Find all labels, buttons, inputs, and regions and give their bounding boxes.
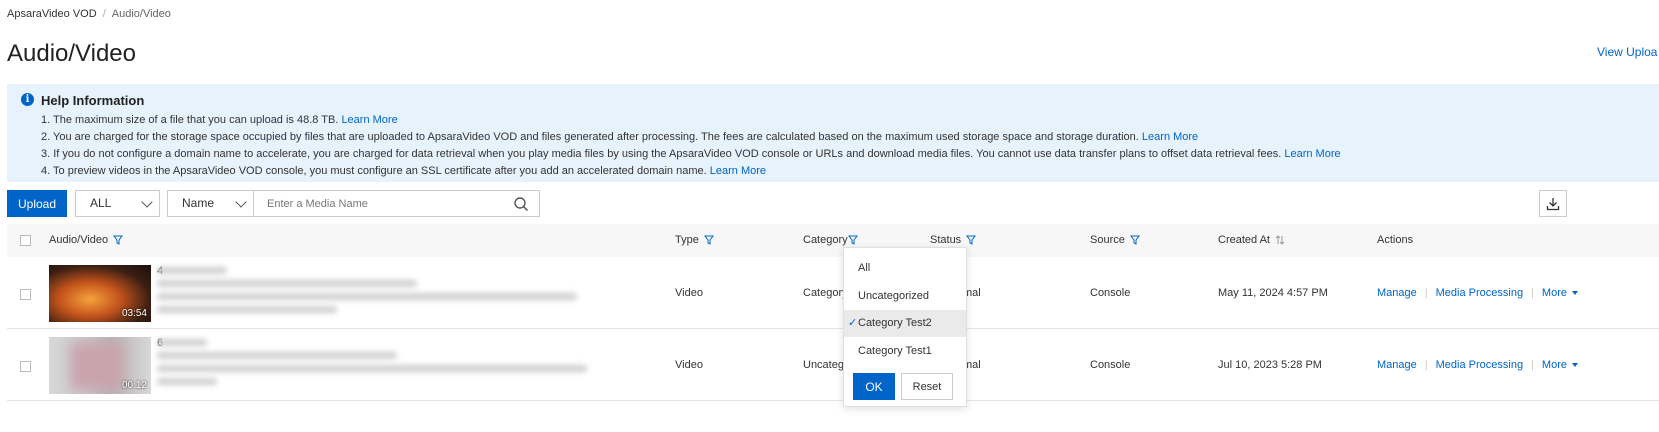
filter-icon[interactable] [703,235,714,245]
select-all-checkbox[interactable] [20,235,31,246]
duration-badge: 00:12 [121,380,147,391]
filter-icon[interactable] [847,235,858,245]
col-source: Source [1090,234,1140,246]
learn-more-link[interactable]: Learn More [1284,148,1340,160]
col-media: Audio/Video [49,234,124,246]
type-cell: Video [675,287,703,299]
filter-icon[interactable] [113,235,124,245]
category-cell: Category [803,287,848,299]
created-at-cell: Jul 10, 2023 5:28 PM [1218,359,1322,371]
learn-more-link[interactable]: Learn More [341,114,397,126]
help-item: 4. To preview videos in the ApsaraVideo … [41,165,767,177]
help-item: 1. The maximum size of a file that you c… [41,114,398,126]
manage-link[interactable]: Manage [1377,287,1417,299]
type-cell: Video [675,359,703,371]
chevron-down-icon [235,196,247,208]
source-cell: Console [1090,287,1131,299]
row-checkbox[interactable] [20,289,31,300]
help-information-panel: i Help Information 1. The maximum size o… [7,84,1659,182]
media-processing-link[interactable]: Media Processing [1436,359,1523,371]
page-title: Audio/Video [7,40,136,67]
category-filter-dropdown: All Uncategorized ✓ Category Test2 Catego… [843,247,967,407]
type-select[interactable]: ALL [75,190,160,217]
toolbar: Upload ALL Name [0,190,1659,217]
col-created-at: Created At [1218,234,1285,246]
help-list: 1. The maximum size of a file that you c… [41,112,1341,180]
help-title: Help Information [41,93,145,108]
manage-link[interactable]: Manage [1377,359,1417,371]
video-thumbnail[interactable]: 00:12 [49,337,151,394]
breadcrumb-separator: / [102,8,106,20]
source-cell: Console [1090,359,1131,371]
download-icon [1546,197,1560,210]
breadcrumb-current: Audio/Video [111,8,171,20]
filter-icon[interactable] [966,235,977,245]
download-button[interactable] [1539,190,1567,217]
more-dropdown[interactable]: More [1542,287,1578,299]
filter-option-uncategorized[interactable]: Uncategorized [844,283,966,310]
table-header: Audio/Video Type Category Status Source … [7,224,1659,257]
view-upload-link[interactable]: View Uploa [1597,45,1657,59]
learn-more-link[interactable]: Learn More [1142,131,1198,143]
blurred-media-details [157,339,595,395]
table-row: 03:54 4 Video Category mal Console May 1… [7,257,1659,329]
more-dropdown[interactable]: More [1542,359,1578,371]
filter-ok-button[interactable]: OK [853,373,895,400]
filter-option-all[interactable]: All [844,255,966,282]
col-category: Category [803,234,858,246]
row-checkbox[interactable] [20,361,31,372]
sort-icon[interactable] [1275,235,1285,245]
actions-cell: Manage | Media Processing | More [1377,359,1578,371]
filter-option-category-test1[interactable]: Category Test1 [844,338,966,365]
breadcrumb: ApsaraVideo VOD / Audio/Video [7,8,171,20]
checkmark-icon: ✓ [848,317,858,329]
created-at-cell: May 11, 2024 4:57 PM [1218,287,1328,299]
duration-badge: 03:54 [121,308,147,319]
filter-option-category-test2[interactable]: ✓ Category Test2 [844,310,966,337]
divider: | [1424,359,1428,371]
divider: | [1531,359,1534,371]
breadcrumb-root[interactable]: ApsaraVideo VOD [7,8,97,20]
filter-icon[interactable] [1129,235,1140,245]
category-cell: Uncateg [803,359,844,371]
media-table: Audio/Video Type Category Status Source … [7,224,1659,401]
help-item: 3. If you do not configure a domain name… [41,148,1341,160]
upload-button[interactable]: Upload [7,190,67,217]
divider: | [1424,287,1428,299]
media-processing-link[interactable]: Media Processing [1436,287,1523,299]
col-actions: Actions [1377,234,1414,246]
search-icon[interactable] [513,196,529,212]
video-thumbnail[interactable]: 03:54 [49,265,151,322]
info-icon: i [21,93,34,106]
search-input[interactable] [254,191,504,216]
divider: | [1531,287,1534,299]
actions-cell: Manage | Media Processing | More [1377,287,1578,299]
search-field-select[interactable]: Name [167,190,254,217]
help-item: 2. You are charged for the storage space… [41,131,1199,143]
search-box [254,190,540,217]
table-row: 00:12 6 Video Uncateg mal Console Jul 10… [7,329,1659,401]
col-type: Type [675,234,714,246]
blurred-media-details [157,267,595,323]
caret-down-icon [1571,291,1578,296]
chevron-down-icon [141,196,153,208]
col-status: Status [930,234,977,246]
caret-down-icon [1571,363,1578,368]
filter-reset-button[interactable]: Reset [901,373,953,400]
learn-more-link[interactable]: Learn More [710,165,766,177]
